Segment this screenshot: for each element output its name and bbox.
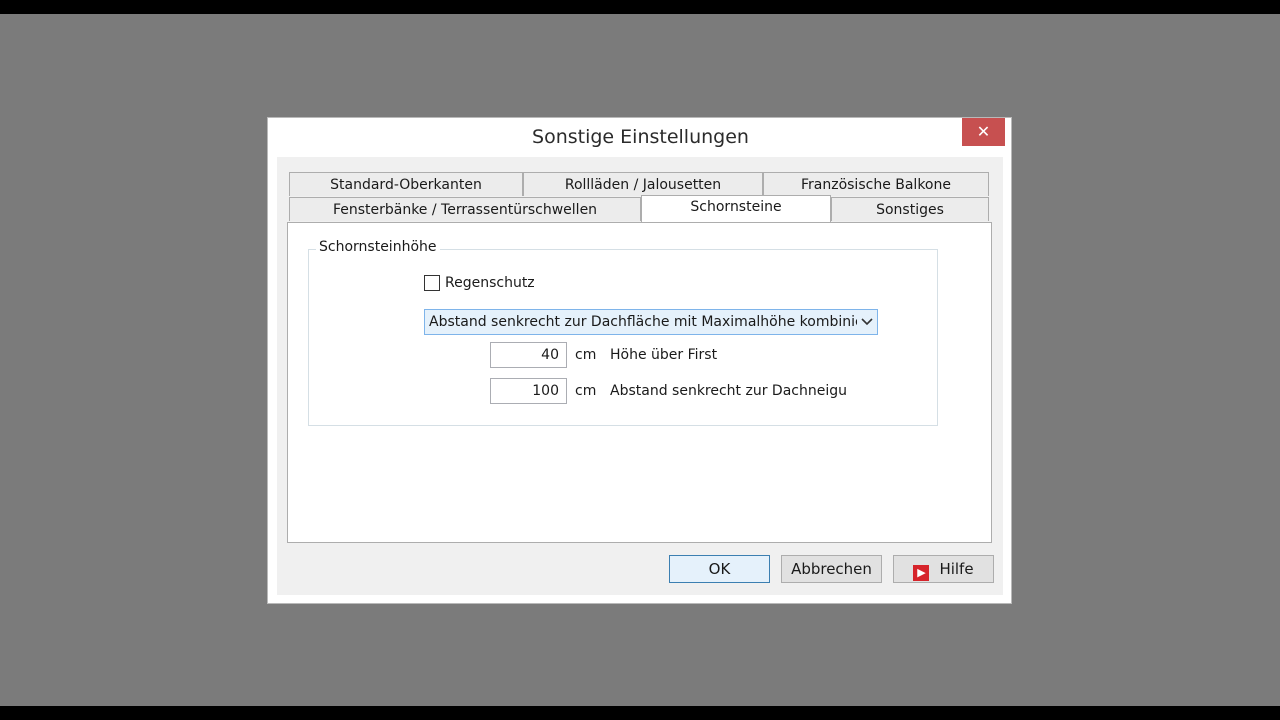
tab-sonstiges[interactable]: Sonstiges	[831, 197, 989, 221]
help-button[interactable]: ▶ Hilfe	[893, 555, 994, 583]
ok-button[interactable]: OK	[669, 555, 770, 583]
checkbox-box[interactable]	[424, 275, 440, 291]
unit-label-2: cm	[575, 383, 597, 399]
chevron-down-icon	[857, 315, 877, 329]
settings-dialog: Sonstige Einstellungen ✕ Standard-Oberka…	[267, 117, 1012, 604]
tab-standard-oberkanten[interactable]: Standard-Oberkanten	[289, 172, 523, 196]
help-label: Hilfe	[939, 560, 974, 578]
tab-fensterbaenke[interactable]: Fensterbänke / Terrassentürschwellen	[289, 197, 641, 221]
height-over-ridge-input[interactable]	[490, 342, 567, 368]
regenschutz-checkbox[interactable]: Regenschutz	[424, 275, 535, 291]
letterbox-bottom	[0, 706, 1280, 720]
dialog-title: Sonstige Einstellungen	[532, 126, 749, 148]
height-over-ridge-label: Höhe über First	[610, 347, 718, 363]
tab-schornsteine[interactable]: Schornsteine	[641, 195, 831, 222]
letterbox-top	[0, 0, 1280, 14]
tab-rolllaeden[interactable]: Rollläden / Jalousetten	[523, 172, 763, 196]
help-icon: ▶	[913, 565, 930, 581]
roof-distance-input[interactable]	[490, 378, 567, 404]
groupbox-schornsteinhoehe	[308, 249, 938, 426]
checkbox-label: Regenschutz	[445, 275, 535, 291]
cancel-button[interactable]: Abbrechen	[781, 555, 882, 583]
tab-panel-schornsteine: Schornsteinhöhe Regenschutz Abstand senk…	[287, 222, 992, 543]
close-icon: ✕	[976, 122, 991, 141]
group-label: Schornsteinhöhe	[316, 239, 440, 255]
tab-franzoesische-balkone[interactable]: Französische Balkone	[763, 172, 989, 196]
roof-distance-label: Abstand senkrecht zur Dachneigu	[610, 383, 847, 399]
chimney-height-mode-select[interactable]: Abstand senkrecht zur Dachfläche mit Max…	[424, 309, 878, 335]
dialog-client: Standard-Oberkanten Rollläden / Jalouset…	[277, 157, 1003, 595]
select-value: Abstand senkrecht zur Dachfläche mit Max…	[429, 314, 857, 330]
unit-label-1: cm	[575, 347, 597, 363]
close-button[interactable]: ✕	[962, 118, 1005, 146]
